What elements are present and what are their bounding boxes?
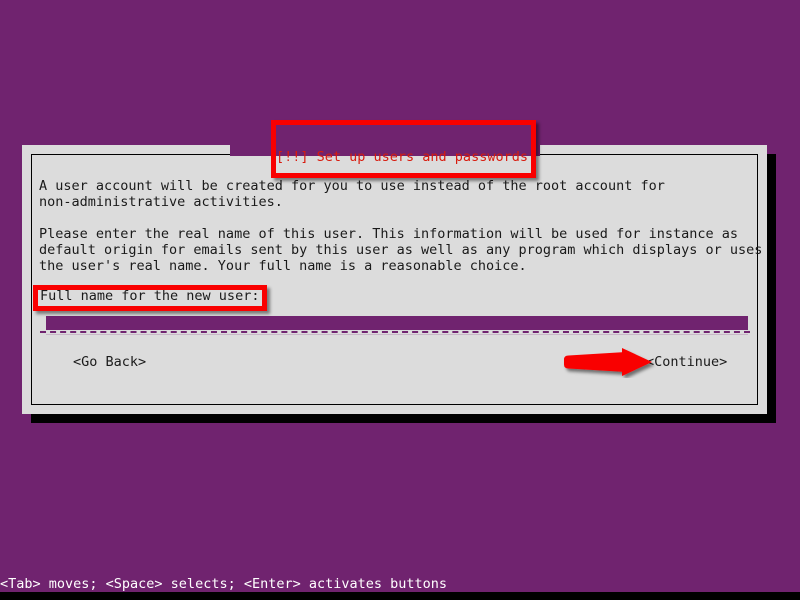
installer-screen: [!!] Set up users and passwords A user a… xyxy=(0,0,800,600)
full-name-input-baseline xyxy=(46,334,748,335)
full-name-input-bar[interactable] xyxy=(46,316,748,330)
keyboard-hint-bar: <Tab> moves; <Space> selects; <Enter> ac… xyxy=(0,576,448,592)
dialog-title: [!!] Set up users and passwords xyxy=(276,149,528,165)
bottom-black-strip xyxy=(0,592,800,600)
field-highlight-box-icon xyxy=(33,285,267,311)
continue-button[interactable]: <Continue> xyxy=(646,354,727,370)
full-name-input-underline xyxy=(40,331,750,333)
dialog-paragraph-1: A user account will be created for you t… xyxy=(39,178,665,210)
full-name-input[interactable] xyxy=(40,316,750,336)
red-arrow-icon xyxy=(564,348,652,376)
go-back-button[interactable]: <Go Back> xyxy=(73,354,146,370)
dialog-paragraph-2: Please enter the real name of this user.… xyxy=(39,226,763,274)
